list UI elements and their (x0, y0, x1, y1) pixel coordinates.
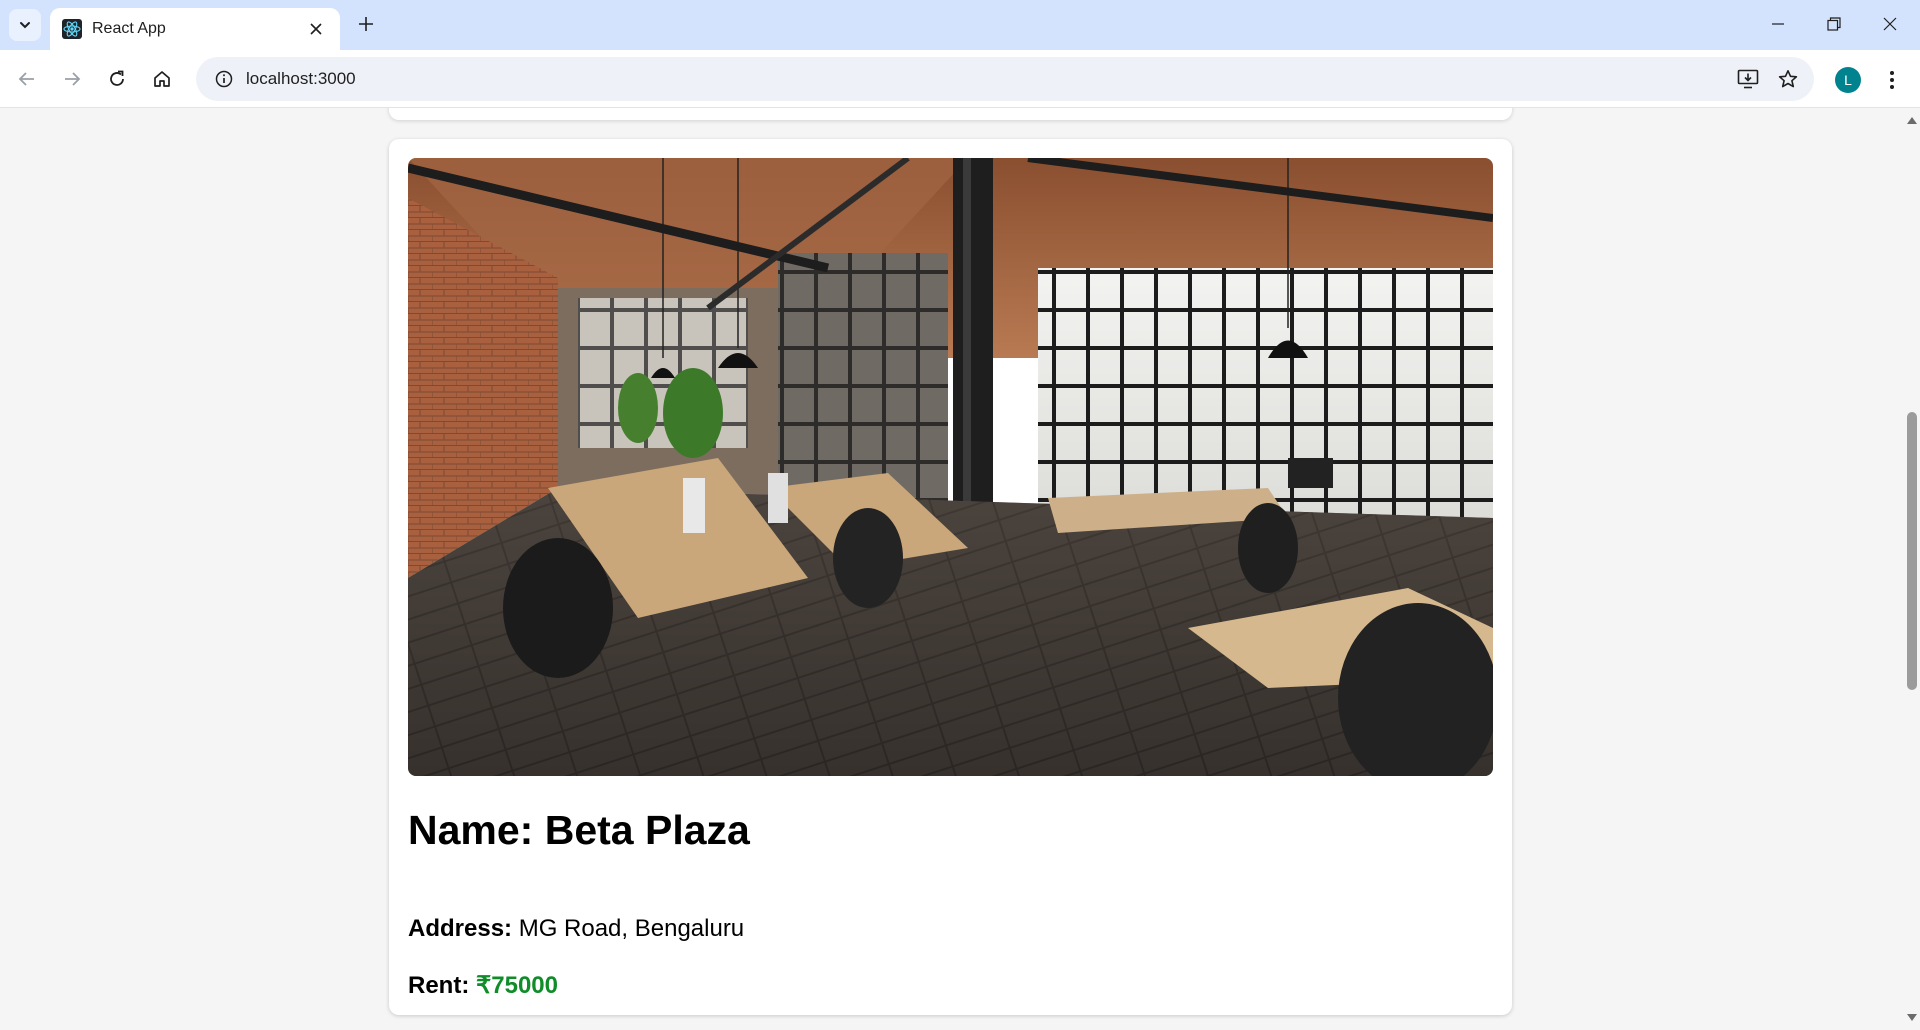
home-button[interactable] (145, 62, 179, 96)
info-icon (215, 70, 233, 88)
rent-label: Rent: (408, 972, 470, 999)
bookmark-button[interactable] (1768, 59, 1808, 99)
page-scrollbar[interactable] (1904, 108, 1920, 1030)
reload-icon (110, 70, 124, 86)
tab-close-button[interactable] (304, 17, 328, 41)
site-info-button[interactable] (204, 57, 244, 101)
close-window-button[interactable] (1862, 0, 1918, 48)
home-icon (154, 71, 170, 87)
listing-card: Name: Beta Plaza Address: MG Road, Benga… (389, 139, 1512, 1015)
install-app-button[interactable] (1728, 59, 1768, 99)
address-label: Address: (408, 915, 513, 942)
listing-rent: Rent: ₹75000 (408, 971, 558, 1000)
browser-tabstrip: React App (0, 0, 1920, 50)
previous-listing-card (389, 108, 1512, 120)
reload-button[interactable] (100, 62, 134, 96)
page-viewport: Name: Beta Plaza Address: MG Road, Benga… (0, 108, 1920, 1030)
listing-name: Name: Beta Plaza (408, 807, 750, 853)
browser-toolbar: localhost:3000 L (0, 50, 1920, 108)
chevron-down-icon (20, 22, 30, 29)
back-button[interactable] (10, 62, 44, 96)
minimize-button[interactable] (1750, 0, 1806, 48)
new-tab-button[interactable] (352, 10, 380, 38)
restore-icon (1827, 17, 1841, 31)
minimize-icon (1772, 23, 1784, 25)
arrow-right-icon (65, 72, 81, 86)
scroll-down-button[interactable] (1906, 1012, 1918, 1024)
tab-search-button[interactable] (9, 9, 41, 41)
browser-tab-active[interactable]: React App (50, 8, 340, 50)
plus-icon (359, 17, 373, 31)
listing-photo (408, 158, 1493, 776)
address-value: MG Road, Bengaluru (512, 915, 745, 942)
kebab-menu-icon (1890, 71, 1894, 89)
profile-avatar[interactable]: L (1835, 67, 1861, 93)
listing-address: Address: MG Road, Bengaluru (408, 915, 744, 943)
triangle-up-icon (1907, 117, 1917, 124)
close-icon (1883, 17, 1897, 31)
react-icon (62, 19, 82, 39)
browser-menu-button[interactable] (1876, 64, 1908, 96)
triangle-down-icon (1907, 1014, 1917, 1021)
url-text: localhost:3000 (246, 69, 356, 88)
install-icon (1737, 69, 1759, 89)
arrow-left-icon (18, 72, 34, 86)
scroll-up-button[interactable] (1906, 114, 1918, 126)
rent-value: ₹75000 (469, 972, 559, 999)
address-bar[interactable]: localhost:3000 (196, 57, 1814, 101)
scrollbar-thumb[interactable] (1907, 412, 1917, 690)
tab-title: React App (92, 20, 166, 37)
restore-button[interactable] (1806, 0, 1862, 48)
star-icon (1778, 70, 1798, 88)
close-icon (310, 23, 322, 35)
forward-button[interactable] (55, 62, 89, 96)
